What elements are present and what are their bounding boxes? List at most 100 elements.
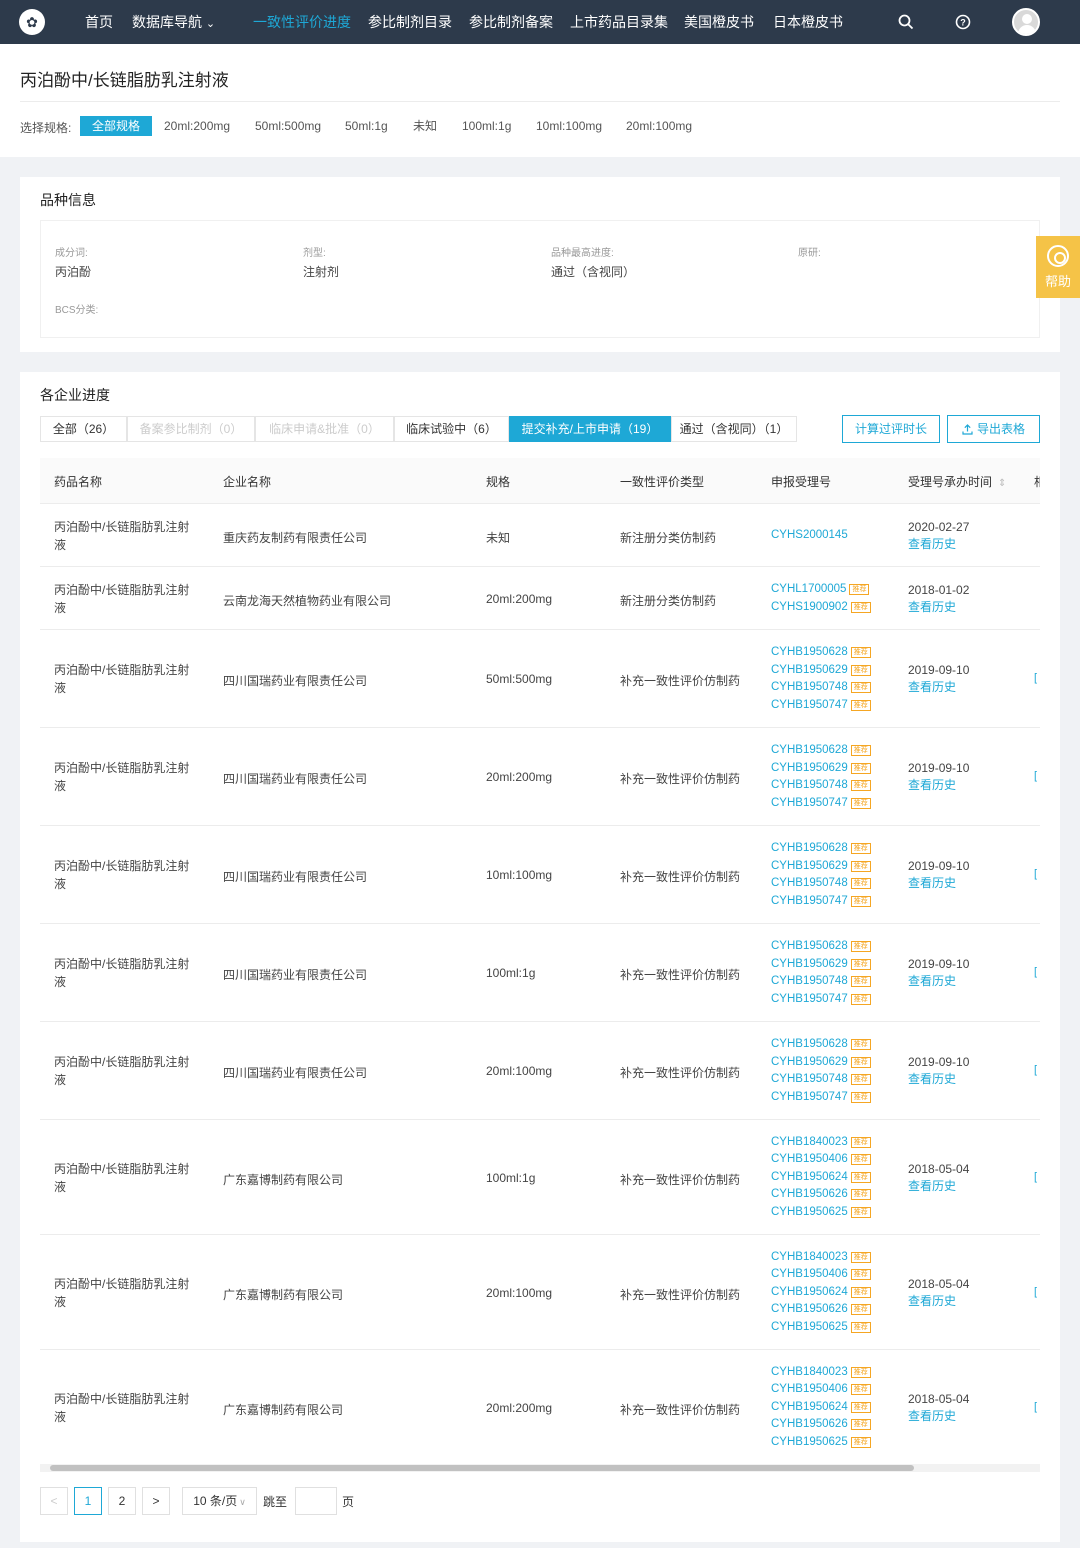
- nav-item-home[interactable]: 首页: [85, 0, 113, 44]
- application-no-link[interactable]: CYHB1950628: [771, 1038, 848, 1050]
- related-cell[interactable]: [: [1034, 1286, 1040, 1298]
- application-no-link[interactable]: CYHB1950624: [771, 1401, 848, 1413]
- nav-item-consistency-progress[interactable]: 一致性评价进度: [253, 0, 351, 44]
- application-no-link[interactable]: CYHB1950629: [771, 1056, 848, 1068]
- application-no-link[interactable]: CYHB1950628: [771, 940, 848, 952]
- application-no-link[interactable]: CYHB1950748: [771, 877, 848, 889]
- application-no-link[interactable]: CYHB1950406: [771, 1153, 848, 1165]
- view-history-link[interactable]: 查看历史: [908, 599, 969, 616]
- spec-option-all[interactable]: 全部规格: [80, 116, 153, 136]
- page-suffix: 页: [342, 1495, 355, 1509]
- pagination-page[interactable]: 1: [74, 1487, 102, 1515]
- filter-tab-clinical-trial[interactable]: 临床试验中（6）: [394, 416, 509, 442]
- application-no-link[interactable]: CYHB1950628: [771, 646, 848, 658]
- application-no-link[interactable]: CYHL1700005: [771, 583, 846, 595]
- application-no-link[interactable]: CYHB1950406: [771, 1383, 848, 1395]
- related-cell[interactable]: [: [1034, 1401, 1040, 1413]
- related-cell[interactable]: [: [1034, 1171, 1040, 1183]
- pagination-page[interactable]: 2: [108, 1487, 136, 1515]
- application-no-link[interactable]: CYHB1950748: [771, 779, 848, 791]
- help-float-button[interactable]: 帮助: [1036, 236, 1080, 298]
- application-no-link[interactable]: CYHB1950629: [771, 664, 848, 676]
- application-no-link[interactable]: CYHB1950629: [771, 958, 848, 970]
- drug-name-cell: 丙泊酚中/长链脂肪乳注射液: [54, 957, 190, 989]
- related-cell[interactable]: [: [1034, 868, 1040, 880]
- filter-tab-supplement-application[interactable]: 提交补充/上市申请（19）: [509, 416, 671, 442]
- page-size-select[interactable]: 10 条/页 ∨: [182, 1487, 257, 1515]
- export-table-button[interactable]: 导出表格: [947, 415, 1040, 443]
- nav-item-us-orange-book[interactable]: 美国橙皮书: [684, 0, 754, 44]
- view-history-link[interactable]: 查看历史: [908, 973, 969, 990]
- jump-page-input[interactable]: [295, 1487, 337, 1515]
- related-cell[interactable]: [: [1034, 770, 1040, 782]
- application-no-link[interactable]: CYHB1840023: [771, 1136, 848, 1148]
- spec-option[interactable]: 50ml:500mg: [255, 116, 321, 136]
- pagination-next[interactable]: >: [142, 1487, 170, 1515]
- application-no-link[interactable]: CYHS1900902: [771, 601, 848, 613]
- help-circle-icon[interactable]: ?: [953, 12, 973, 32]
- application-no-link[interactable]: CYHB1950625: [771, 1436, 848, 1448]
- related-cell[interactable]: [: [1034, 1064, 1040, 1076]
- view-history-link[interactable]: 查看历史: [908, 1178, 969, 1195]
- spec-option[interactable]: 100ml:1g: [462, 116, 511, 136]
- application-no-link[interactable]: CYHB1950747: [771, 699, 848, 711]
- view-history-link[interactable]: 查看历史: [908, 679, 969, 696]
- application-no-link[interactable]: CYHB1950624: [771, 1286, 848, 1298]
- calc-review-time-button[interactable]: 计算过评时长: [842, 415, 940, 443]
- application-no-link[interactable]: CYHB1950747: [771, 895, 848, 907]
- logo-icon[interactable]: ✿: [19, 9, 45, 35]
- view-history-link[interactable]: 查看历史: [908, 536, 969, 553]
- application-no-link[interactable]: CYHB1840023: [771, 1251, 848, 1263]
- pagination-prev[interactable]: <: [40, 1487, 68, 1515]
- related-cell[interactable]: [: [1034, 966, 1040, 978]
- sort-icon[interactable]: ⇕: [998, 478, 1006, 489]
- application-no-link[interactable]: CYHB1950747: [771, 797, 848, 809]
- application-no-link[interactable]: CYHB1950628: [771, 744, 848, 756]
- application-no-link[interactable]: CYHB1950629: [771, 860, 848, 872]
- ingredient-label: 成分词:: [55, 248, 88, 259]
- application-no-link[interactable]: CYHB1950747: [771, 1091, 848, 1103]
- view-history-link[interactable]: 查看历史: [908, 875, 969, 892]
- application-no-link[interactable]: CYHB1950406: [771, 1268, 848, 1280]
- view-history-link[interactable]: 查看历史: [908, 1408, 969, 1425]
- nav-item-reference-catalog[interactable]: 参比制剂目录: [368, 0, 452, 44]
- horizontal-scrollbar[interactable]: [40, 1464, 1040, 1472]
- application-no-link[interactable]: CYHB1950629: [771, 762, 848, 774]
- view-history-link[interactable]: 查看历史: [908, 1071, 969, 1088]
- spec-option[interactable]: 未知: [413, 116, 437, 136]
- application-no-link[interactable]: CYHB1950748: [771, 1073, 848, 1085]
- col-related: 相: [1034, 473, 1040, 490]
- application-no-link[interactable]: CYHB1950626: [771, 1303, 848, 1315]
- filter-tab-all[interactable]: 全部（26）: [40, 416, 127, 442]
- spec-option[interactable]: 10ml:100mg: [536, 116, 602, 136]
- user-avatar[interactable]: [1012, 8, 1040, 36]
- filter-tab-passed[interactable]: 通过（含视同）（1）: [671, 416, 797, 442]
- application-no-link[interactable]: CYHB1950624: [771, 1171, 848, 1183]
- application-no-link[interactable]: CYHB1950748: [771, 681, 848, 693]
- application-no-link[interactable]: CYHB1950747: [771, 993, 848, 1005]
- application-no-link[interactable]: CYHB1950625: [771, 1206, 848, 1218]
- application-no-link[interactable]: CYHB1950626: [771, 1188, 848, 1200]
- search-icon[interactable]: [896, 12, 916, 32]
- application-no-link[interactable]: CYHB1950748: [771, 975, 848, 987]
- spec-cell: 20ml:100mg: [486, 1285, 553, 1300]
- application-no-link[interactable]: CYHB1950625: [771, 1321, 848, 1333]
- application-no-link[interactable]: CYHB1950626: [771, 1418, 848, 1430]
- view-history-link[interactable]: 查看历史: [908, 777, 969, 794]
- recommend-badge: 推荐: [850, 797, 871, 809]
- nav-item-reference-filing[interactable]: 参比制剂备案: [469, 0, 553, 44]
- nav-item-jp-orange-book[interactable]: 日本橙皮书: [773, 0, 843, 44]
- scrollbar-thumb[interactable]: [50, 1465, 914, 1471]
- application-no-link[interactable]: CYHS2000145: [771, 529, 848, 541]
- application-no-item: CYHB1950747 推荐: [771, 795, 871, 813]
- application-no-link[interactable]: CYHB1840023: [771, 1366, 848, 1378]
- view-history-link[interactable]: 查看历史: [908, 1293, 969, 1310]
- nav-item-database-nav[interactable]: 数据库导航 ⌄: [132, 0, 215, 44]
- spec-option[interactable]: 50ml:1g: [345, 116, 388, 136]
- spec-option[interactable]: 20ml:100mg: [626, 116, 692, 136]
- col-accept-time[interactable]: 受理号承办时间 ⇕: [908, 473, 1006, 490]
- related-cell[interactable]: [: [1034, 672, 1040, 684]
- application-no-link[interactable]: CYHB1950628: [771, 842, 848, 854]
- spec-option[interactable]: 20ml:200mg: [164, 116, 230, 136]
- nav-item-marketed-drugs[interactable]: 上市药品目录集: [570, 0, 668, 44]
